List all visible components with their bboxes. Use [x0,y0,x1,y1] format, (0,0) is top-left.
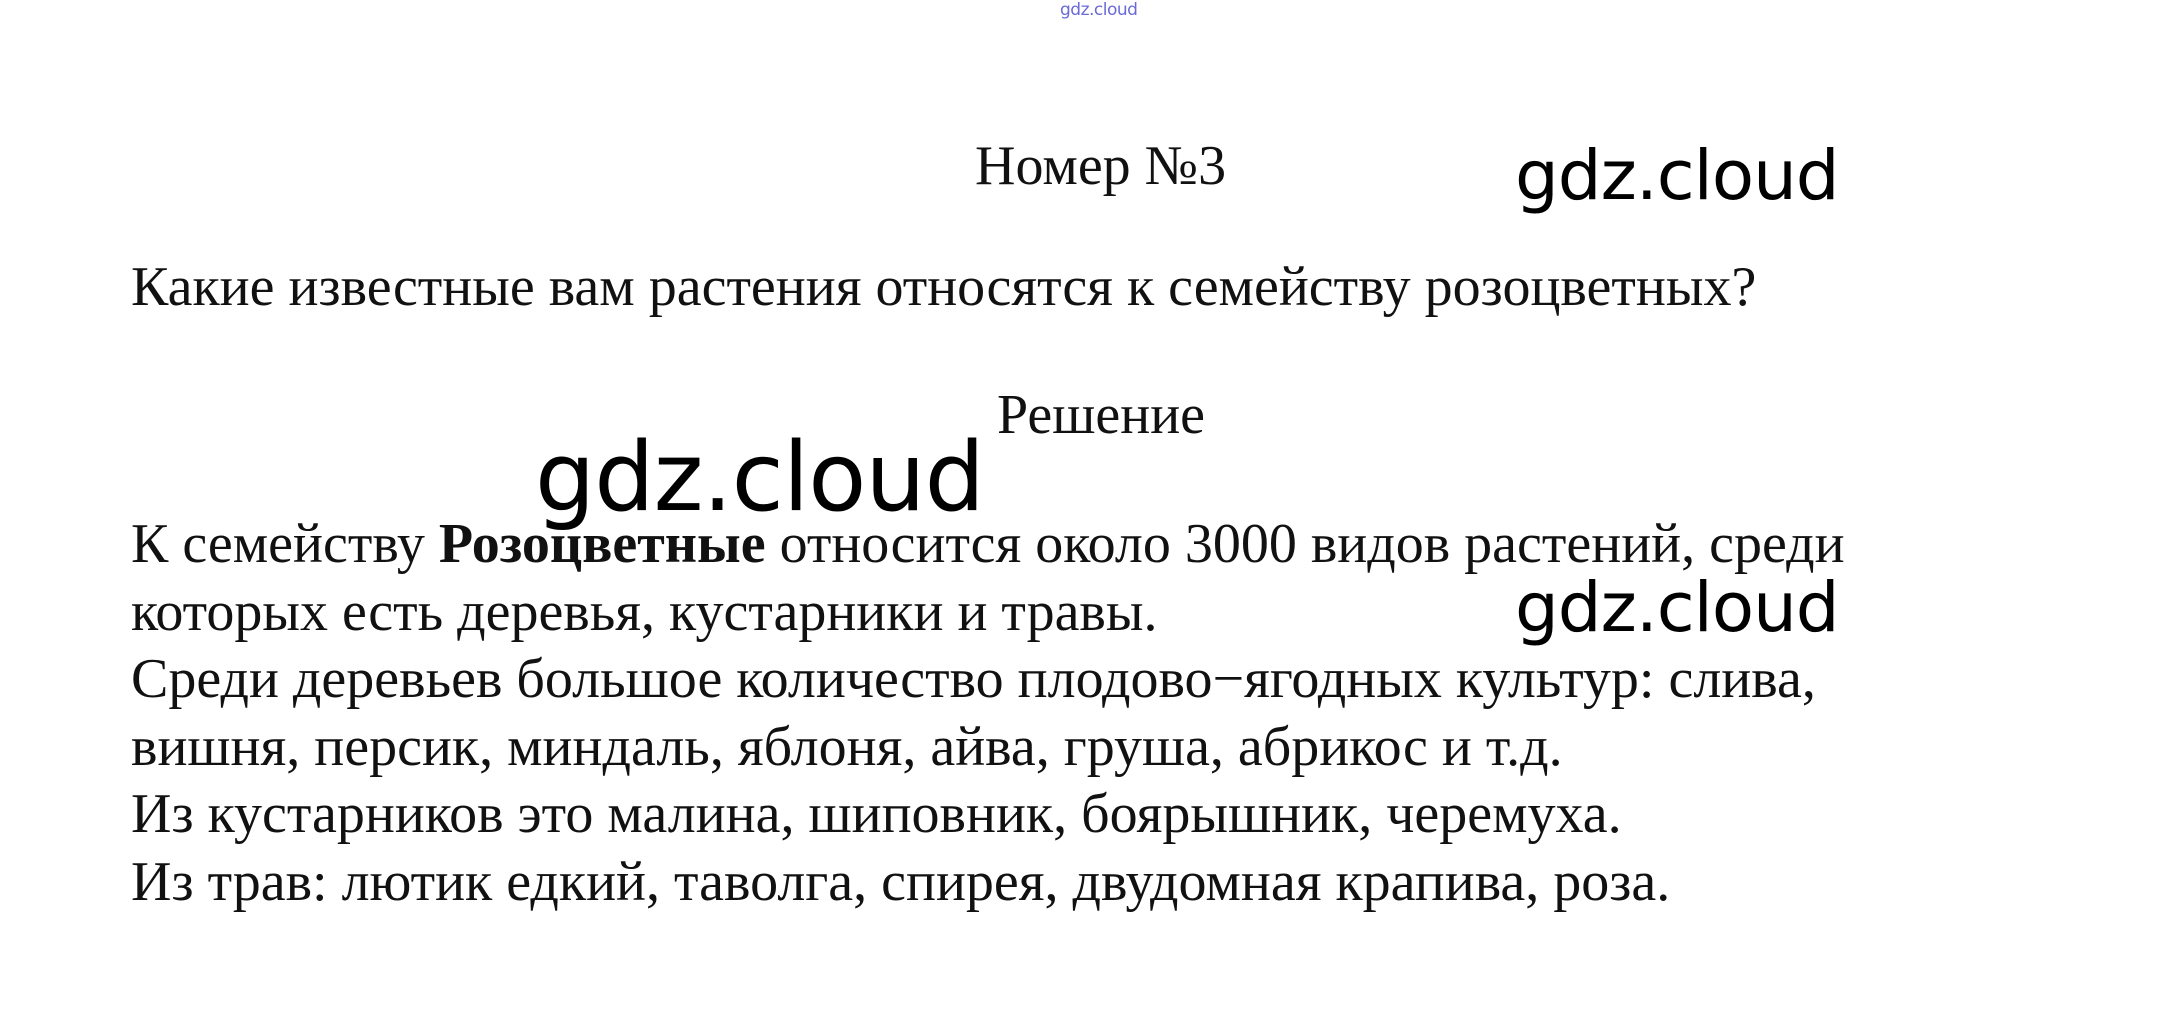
solution-line: Среди деревьев большое количество плодов… [131,648,1816,710]
solution-line: Из кустарников это малина, шиповник, боя… [131,783,1622,845]
solution-line: вишня, персик, миндаль, яблоня, айва, гр… [131,715,1563,778]
watermark-logo: gdz.cloud [1515,136,1840,216]
solution-heading: Решение [997,384,1206,446]
task-question: Какие известные вам растения относятся к… [131,256,1757,318]
top-watermark-text: gdz.cloud [1060,0,1138,20]
watermark-logo: gdz.cloud [1515,568,1840,648]
solution-text-fragment: К семейству [131,513,439,575]
watermark-logo: gdz.cloud [535,423,985,533]
solution-line: Из трав: лютик едкий, таволга, спирея, д… [131,850,1671,913]
task-title: Номер №3 [975,135,1227,197]
